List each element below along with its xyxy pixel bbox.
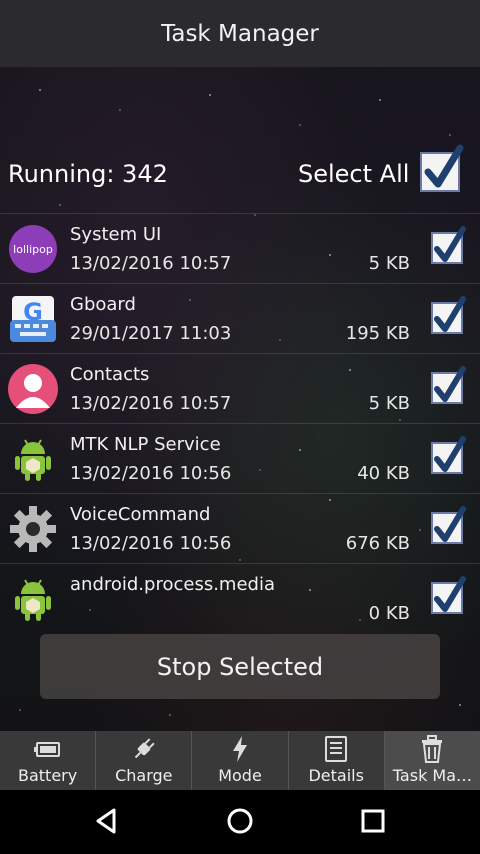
task-row[interactable]: Contacts 13/02/2016 10:57 5 KB — [0, 353, 480, 423]
task-row[interactable]: android.process.media 0 KB — [0, 563, 480, 633]
task-date: 13/02/2016 10:56 — [70, 533, 232, 554]
tab-task-manager[interactable]: Task Ma… — [384, 731, 480, 790]
lollipop-icon: lollipop — [9, 225, 57, 273]
task-date: 29/01/2017 11:03 — [70, 323, 232, 344]
task-size: 5 KB — [368, 393, 410, 414]
plug-icon — [134, 738, 155, 759]
tab-charge[interactable]: Charge — [96, 731, 193, 790]
checkmark-icon — [434, 576, 466, 612]
task-size: 0 KB — [368, 603, 410, 624]
trash-icon — [422, 735, 443, 763]
checkmark-icon — [434, 366, 466, 402]
android-icon — [15, 439, 51, 481]
task-size: 5 KB — [368, 253, 410, 274]
tab-mode[interactable]: Mode — [192, 731, 289, 790]
task-date: 13/02/2016 10:57 — [70, 393, 232, 414]
task-name: Contacts — [70, 364, 150, 385]
page-title: Task Manager — [161, 20, 319, 47]
task-date: 13/02/2016 10:57 — [70, 253, 232, 274]
checkmark-icon — [434, 436, 466, 472]
task-checkbox[interactable] — [431, 506, 466, 544]
stop-selected-label: Stop Selected — [156, 652, 324, 681]
android-icon — [15, 579, 51, 621]
battery-icon — [33, 742, 60, 757]
task-row[interactable]: VoiceCommand 13/02/2016 10:56 676 KB — [0, 493, 480, 563]
checkmark-icon — [434, 226, 466, 262]
stop-selected-button[interactable]: Stop Selected — [40, 634, 440, 699]
task-name: MTK NLP Service — [70, 434, 221, 455]
checkmark-icon — [434, 506, 466, 542]
task-checkbox[interactable] — [431, 366, 466, 404]
bottom-tab-bar: Battery Charge Mode Details Task Ma… — [0, 731, 480, 790]
task-size: 40 KB — [357, 463, 410, 484]
task-name: android.process.media — [70, 574, 275, 595]
title-bar: Task Manager — [0, 0, 480, 67]
lollipop-icon-text: lollipop — [13, 243, 53, 256]
tab-label: Mode — [218, 766, 262, 785]
recents-icon[interactable] — [358, 806, 388, 836]
task-name: VoiceCommand — [70, 504, 211, 525]
tab-label: Charge — [115, 766, 173, 785]
tab-label: Task Ma… — [392, 766, 473, 785]
task-row[interactable]: MTK NLP Service 13/02/2016 10:56 40 KB — [0, 423, 480, 493]
gboard-icon: G — [10, 296, 56, 342]
tab-label: Details — [308, 766, 364, 785]
task-row[interactable]: G Gboard 29/01/2017 11:03 195 KB — [0, 283, 480, 353]
task-row[interactable]: lollipop System UI 13/02/2016 10:57 5 KB — [0, 213, 480, 283]
lightning-icon — [233, 736, 247, 762]
tab-details[interactable]: Details — [289, 731, 385, 790]
task-checkbox[interactable] — [431, 226, 466, 264]
task-date: 13/02/2016 10:56 — [70, 463, 232, 484]
home-icon[interactable] — [225, 806, 255, 836]
contacts-icon — [8, 364, 58, 414]
select-all-label[interactable]: Select All — [298, 160, 409, 188]
checkmark-icon — [424, 144, 464, 188]
android-nav-bar — [0, 790, 480, 854]
checkmark-icon — [434, 296, 466, 332]
select-all-checkbox[interactable] — [420, 144, 464, 192]
gear-icon — [10, 506, 56, 552]
task-name: Gboard — [70, 294, 136, 315]
task-checkbox[interactable] — [431, 436, 466, 474]
running-header: Running: 342 Select All — [0, 144, 480, 200]
task-size: 676 KB — [345, 533, 410, 554]
task-name: System UI — [70, 224, 162, 245]
document-icon — [325, 736, 348, 762]
task-checkbox[interactable] — [431, 576, 466, 614]
running-count: Running: 342 — [8, 160, 168, 188]
task-list: lollipop System UI 13/02/2016 10:57 5 KB… — [0, 213, 480, 633]
task-checkbox[interactable] — [431, 296, 466, 334]
back-icon[interactable] — [92, 806, 122, 836]
tab-battery[interactable]: Battery — [0, 731, 97, 790]
task-size: 195 KB — [345, 323, 410, 344]
tab-label: Battery — [17, 766, 78, 785]
